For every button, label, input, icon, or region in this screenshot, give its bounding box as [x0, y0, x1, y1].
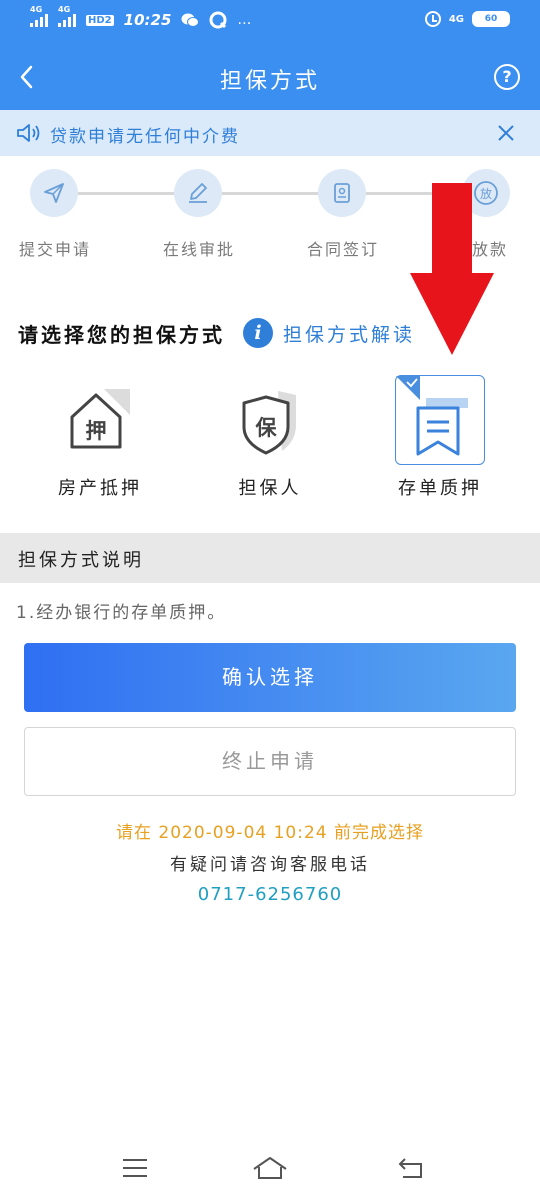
pencil-icon [174, 169, 222, 217]
status-bar: 4G 4G HD2 10:25 … 4G 60 [0, 0, 540, 44]
option-deposit-pledge[interactable] [395, 375, 485, 465]
hd-icon: HD2 [86, 14, 114, 26]
system-nav-bar [0, 1140, 540, 1200]
guarantee-section-header: 请选择您的担保方式 i 担保方式解读 [18, 318, 415, 348]
more-notifications: … [237, 12, 252, 28]
info-icon[interactable]: i [243, 318, 273, 348]
red-arrow-annotation [410, 183, 494, 355]
option-label-guarantor: 担保人 [238, 478, 302, 499]
network-label: 4G [448, 13, 464, 25]
house-icon: 押 [70, 389, 130, 449]
step-connector [222, 192, 318, 195]
option-guarantor[interactable]: 保 [222, 375, 314, 467]
guarantee-explanation-link[interactable]: 担保方式解读 [283, 320, 415, 347]
deadline-text: 请在 2020-09-04 10:24 前完成选择 [116, 823, 424, 843]
description-text: 1.经办银行的存单质押。 [16, 603, 227, 623]
signal-1-label: 4G [30, 5, 43, 14]
confirm-selection-button[interactable]: 确认选择 [24, 643, 516, 712]
house-icon-text: 押 [86, 419, 107, 443]
step-label-approval: 在线审批 [162, 240, 235, 259]
option-label-property: 房产抵押 [58, 478, 142, 499]
wechat-icon [181, 13, 200, 27]
close-icon[interactable] [496, 123, 516, 143]
send-icon [30, 169, 78, 217]
hotline-label: 有疑问请咨询客服电话 [170, 855, 370, 875]
section-title: 请选择您的担保方式 [18, 322, 225, 347]
speaker-icon [17, 124, 40, 142]
selected-check-icon [396, 376, 420, 400]
step-label-submit: 提交申请 [18, 240, 91, 259]
alarm-icon [424, 11, 441, 27]
home-icon[interactable] [252, 1155, 288, 1181]
option-property-mortgage[interactable]: 押 [52, 375, 144, 467]
description-title: 担保方式说明 [18, 550, 144, 571]
terminate-application-button[interactable]: 终止申请 [24, 727, 516, 796]
page-title: 担保方式 [219, 69, 320, 94]
contract-icon [318, 169, 366, 217]
signal-icon: 4G [58, 5, 76, 27]
menu-icon[interactable] [120, 1155, 150, 1181]
signal-2-label: 4G [58, 5, 71, 14]
shield-icon: 保 [242, 391, 296, 455]
battery-icon: 60 [472, 11, 510, 27]
nav-bar: 担保方式 ? [0, 44, 540, 110]
status-time: 10:25 [123, 11, 172, 29]
shield-icon-text: 保 [255, 416, 278, 440]
step-label-contract: 合同签订 [306, 240, 379, 259]
help-icon[interactable]: ? [494, 64, 520, 90]
notice-text: 贷款申请无任何中介费 [50, 127, 240, 147]
customer-service-phone[interactable]: 0717-6256760 [0, 884, 540, 905]
back-nav-icon[interactable] [395, 1155, 427, 1181]
q-app-icon [209, 11, 227, 29]
notice-bar: 贷款申请无任何中介费 [0, 110, 540, 156]
option-label-deposit: 存单质押 [398, 478, 482, 499]
signal-icon: 4G [30, 5, 48, 27]
step-connector [78, 192, 174, 195]
description-header: 担保方式说明 [0, 533, 540, 583]
